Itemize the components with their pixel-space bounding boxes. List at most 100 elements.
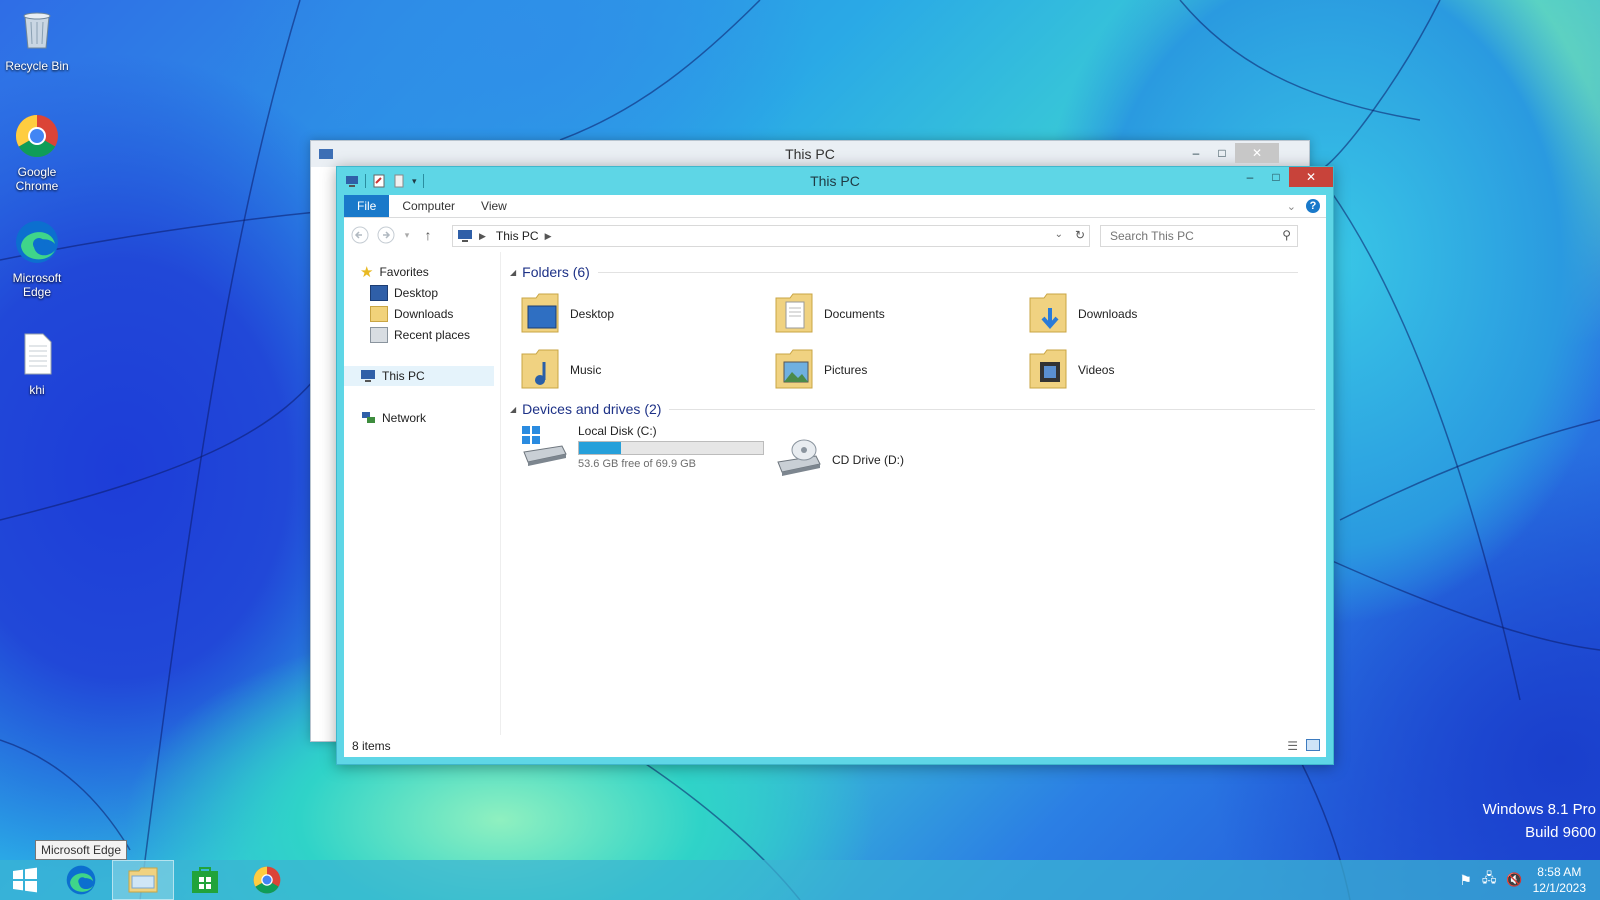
close-button[interactable]: ✕ — [1289, 167, 1333, 187]
desktop-icon-google-chrome[interactable]: Google Chrome — [2, 114, 72, 193]
network-status-icon[interactable]: 🖧 — [1482, 869, 1497, 891]
computer-icon — [319, 149, 333, 159]
folder-label: Videos — [1078, 363, 1115, 377]
system-tray: ⚑ 🖧 🔇 8:58 AM 12/1/2023 — [1459, 864, 1600, 896]
folder-downloads[interactable]: Downloads — [1028, 292, 1137, 336]
tab-view[interactable]: View — [468, 195, 520, 217]
nav-item-network[interactable]: Network — [360, 408, 426, 428]
help-icon[interactable]: ? — [1306, 199, 1320, 213]
content-pane: ◢ Folders (6) Desktop Documents Download… — [504, 252, 1326, 735]
navigation-pane: ★ Favorites Desktop Downloads Recent pla… — [344, 252, 501, 735]
documents-folder-icon — [775, 293, 813, 333]
downloads-folder-icon — [1029, 293, 1067, 333]
refresh-icon[interactable]: ↻ — [1075, 228, 1085, 242]
title-bar[interactable]: ▾ This PC – □ ✕ — [337, 167, 1333, 195]
address-bar[interactable]: ▶ This PC ▶ ⌄ ↻ — [452, 225, 1090, 247]
clock[interactable]: 8:58 AM 12/1/2023 — [1533, 864, 1586, 896]
pictures-folder-icon — [775, 349, 813, 389]
drive-cd-d[interactable]: CD Drive (D:) — [774, 438, 904, 482]
desktop-icon-microsoft-edge[interactable]: Microsoft Edge — [2, 220, 72, 299]
folder-pictures[interactable]: Pictures — [774, 348, 867, 392]
customize-quick-access-icon[interactable]: ▾ — [412, 176, 417, 187]
ribbon-tabs: File Computer View ⌄ ? — [344, 195, 1326, 218]
recent-places-icon — [370, 327, 388, 343]
taskbar-file-explorer[interactable] — [112, 860, 174, 900]
collapse-triangle-icon[interactable]: ◢ — [510, 268, 516, 277]
folders-group-header[interactable]: ◢ Folders (6) — [510, 264, 1298, 280]
tab-file[interactable]: File — [344, 195, 390, 217]
forward-button[interactable] — [376, 225, 396, 245]
search-box[interactable]: ⚲ — [1100, 225, 1298, 247]
drive-free-space: 53.6 GB free of 69.9 GB — [578, 458, 697, 470]
start-button[interactable] — [0, 860, 50, 900]
chrome-icon — [15, 115, 58, 158]
nav-item-downloads[interactable]: Downloads — [370, 304, 453, 324]
clock-time: 8:58 AM — [1537, 865, 1582, 879]
tab-computer[interactable]: Computer — [389, 195, 468, 217]
back-button[interactable] — [350, 225, 370, 245]
drive-details: Local Disk (C:) 53.6 GB free of 69.9 GB — [578, 424, 764, 470]
recycle-bin-icon — [23, 12, 51, 49]
action-center-flag-icon[interactable]: ⚑ — [1459, 872, 1472, 889]
volume-muted-icon[interactable]: 🔇 — [1506, 872, 1522, 888]
desktop-icon-khi[interactable]: khi — [2, 332, 72, 397]
maximize-button[interactable]: □ — [1263, 167, 1289, 187]
details-view-icon[interactable]: ☰ — [1287, 739, 1298, 753]
breadcrumb-chevron-icon[interactable]: ▶ — [479, 231, 486, 242]
nav-item-desktop[interactable]: Desktop — [370, 283, 438, 303]
explorer-window[interactable]: ▾ This PC – □ ✕ File Computer View ⌄ ? ▾… — [336, 166, 1334, 765]
drive-name: Local Disk (C:) — [578, 424, 657, 438]
nav-item-label: Recent places — [394, 328, 471, 342]
divider — [597, 271, 1298, 273]
desktop-icon-recycle-bin[interactable]: Recycle Bin — [2, 8, 72, 73]
navigation-bar: ▾ ↑ ▶ This PC ▶ ⌄ ↻ ⚲ — [344, 218, 1326, 252]
taskbar: ⚑ 🖧 🔇 8:58 AM 12/1/2023 — [0, 860, 1600, 900]
desktop-icon-label: Microsoft Edge — [12, 271, 62, 299]
star-icon: ★ — [360, 264, 374, 281]
title-bar[interactable]: This PC – □ ✕ — [311, 141, 1309, 167]
breadcrumb-chevron-icon[interactable]: ▶ — [545, 231, 552, 242]
search-input[interactable] — [1108, 228, 1272, 244]
collapse-triangle-icon[interactable]: ◢ — [510, 405, 516, 414]
desktop-icon — [370, 285, 388, 301]
taskbar-store[interactable] — [174, 860, 236, 900]
edge-icon — [66, 865, 96, 895]
taskbar-chrome[interactable] — [236, 860, 298, 900]
expand-ribbon-icon[interactable]: ⌄ — [1287, 200, 1296, 213]
divider — [422, 174, 424, 188]
large-icons-view-icon[interactable] — [1306, 739, 1320, 751]
folder-desktop[interactable]: Desktop — [520, 292, 614, 336]
taskbar-edge[interactable] — [50, 860, 112, 900]
nav-item-this-pc[interactable]: This PC — [344, 366, 494, 386]
address-dropdown-icon[interactable]: ⌄ — [1055, 229, 1063, 240]
folder-videos[interactable]: Videos — [1028, 348, 1114, 392]
up-button[interactable]: ↑ — [418, 225, 438, 245]
quick-access-toolbar: ▾ — [337, 174, 424, 188]
search-icon[interactable]: ⚲ — [1282, 228, 1291, 242]
maximize-button[interactable]: □ — [1209, 143, 1235, 163]
breadcrumb-this-pc[interactable]: This PC — [496, 229, 539, 243]
folder-label: Music — [570, 363, 602, 377]
folder-music[interactable]: Music — [520, 348, 601, 392]
windows-logo-icon — [13, 867, 37, 893]
devices-group-header[interactable]: ◢ Devices and drives (2) — [510, 401, 1316, 417]
new-folder-icon[interactable] — [392, 174, 406, 188]
close-button[interactable]: ✕ — [1235, 143, 1279, 163]
properties-icon[interactable] — [372, 174, 386, 188]
minimize-button[interactable]: – — [1183, 143, 1209, 163]
videos-folder-icon — [1029, 349, 1067, 389]
minimize-button[interactable]: – — [1237, 167, 1263, 187]
music-folder-icon — [521, 349, 559, 389]
item-count: 8 items — [352, 739, 391, 753]
nav-item-recent-places[interactable]: Recent places — [370, 325, 470, 345]
folder-label: Downloads — [1078, 307, 1138, 321]
drive-local-disk-c[interactable]: Local Disk (C:) 53.6 GB free of 69.9 GB — [520, 424, 764, 470]
nav-item-favorites[interactable]: ★ Favorites — [360, 262, 429, 282]
folder-documents[interactable]: Documents — [774, 292, 885, 336]
downloads-icon — [370, 306, 388, 322]
recent-locations-button[interactable]: ▾ — [402, 225, 412, 245]
folder-label: Pictures — [824, 363, 868, 377]
os-watermark: Windows 8.1 Pro Build 9600 — [1483, 798, 1596, 844]
drive-name: CD Drive (D:) — [832, 453, 904, 467]
nav-item-label: Desktop — [394, 286, 439, 300]
